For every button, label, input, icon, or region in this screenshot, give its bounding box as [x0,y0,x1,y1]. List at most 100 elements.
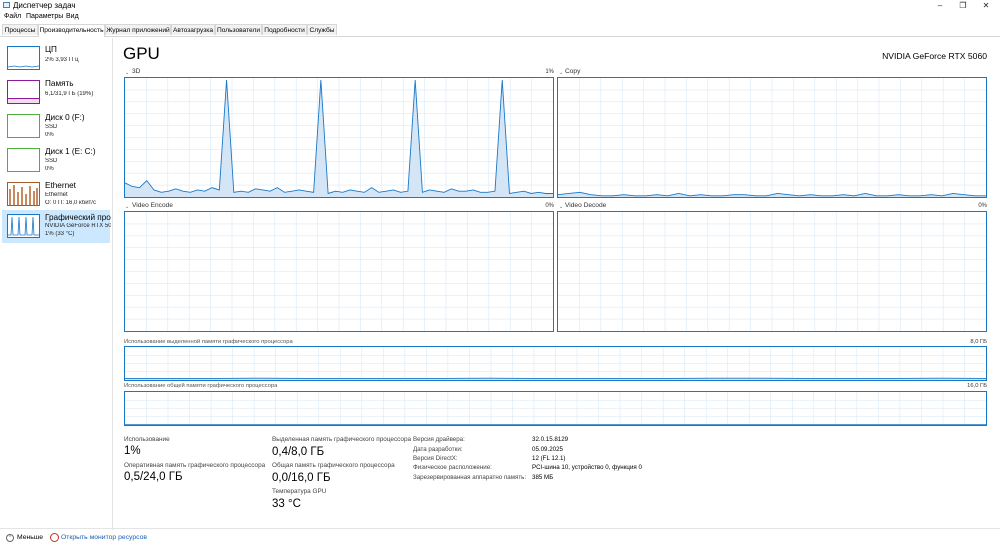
sidebar-item-label: Графический процессор 0 [45,213,111,222]
sidebar-item-disk1[interactable]: Диск 1 (E: C:) SSD 0% [2,144,110,177]
minimize-button[interactable]: – [932,0,948,11]
chart-shared-memory-svg [125,392,986,425]
sidebar-item-detail: 2% 3,93 ГГц [45,57,111,63]
gpu-temperature-value: 33 °C [272,498,301,510]
sidebar-item-detail: SSD [45,158,111,164]
dedicated-memory-label: Выделенная память графического процессор… [272,436,411,443]
graph-label-copy[interactable]: Copy [565,68,580,75]
chart-3d-grid [125,78,553,197]
graph-dedicated-memory [124,346,987,381]
sidebar-item-label: Ethernet [45,181,111,190]
close-button[interactable]: ✕ [978,0,994,11]
sidebar-item-detail: NVIDIA GeForce RTX 5060 [45,223,111,229]
memory-thumbnail [7,80,40,104]
sidebar-item-ethernet[interactable]: Ethernet Ethernet О: 0 П: 16,0 кбит/с [2,178,110,211]
gpu-temperature-label: Температура GPU [272,488,326,495]
physical-location-value: PCI-шина 10, устройство 0, функция 0 [532,464,642,471]
sidebar-item-detail: SSD [45,124,111,130]
shared-memory-label: Общая память графического процессора [272,462,395,469]
graph-max-shared-memory: 16,0 ГБ [940,383,987,389]
sidebar-item-usage: 0% [45,132,111,138]
directx-version-key: Версия DirectX: [413,455,458,462]
tab-users[interactable]: Пользователи [215,24,262,35]
tab-performance[interactable]: Производительность [38,24,105,37]
graph-max-dedicated-memory: 8,0 ГБ [940,339,987,345]
sidebar-item-memory[interactable]: Память 6,1/31,9 ГБ (19%) [2,76,110,109]
driver-date-key: Дата разработки: [413,446,463,453]
chart-video-encode-grid [125,212,553,331]
menu-options[interactable]: Параметры [26,13,63,20]
sidebar-item-label: Диск 0 (F:) [45,113,111,122]
graph-pct-video-decode: 0% [953,203,987,209]
graph-label-3d[interactable]: 3D [132,68,140,75]
fewer-details-button[interactable]: Меньше [17,534,43,541]
reserved-memory-key: Зарезервированная аппаратно память: [413,474,526,481]
resource-sidebar: ЦП 2% 3,93 ГГц Память 6,1/31,9 ГБ (19%) … [0,38,113,530]
footer-bar: ⌃ Меньше Открыть монитор ресурсов [0,528,1000,548]
chevron-down-icon[interactable]: ⌄ [559,70,563,76]
graph-label-video-encode[interactable]: Video Encode [132,202,173,209]
chevron-down-icon[interactable]: ⌄ [125,204,129,210]
sidebar-item-label: Память [45,79,111,88]
driver-version-value: 32.0.15.8129 [532,436,568,443]
shared-memory-value: 0,0/16,0 ГБ [272,472,331,484]
menu-file[interactable]: Файл [4,13,21,20]
sidebar-item-label: Диск 1 (E: C:) [45,147,111,156]
ethernet-thumbnail [7,182,40,206]
sidebar-item-cpu[interactable]: ЦП 2% 3,93 ГГц [2,42,110,75]
resource-monitor-icon[interactable] [50,533,59,542]
graph-label-dedicated-memory: Использование выделенной памяти графичес… [124,339,293,345]
tab-app-history[interactable]: Журнал приложений [105,24,171,35]
sidebar-item-throughput: О: 0 П: 16,0 кбит/с [45,200,111,206]
chart-dedicated-memory-grid [125,347,986,380]
tab-services[interactable]: Службы [307,24,337,35]
menu-view[interactable]: Вид [66,13,79,20]
graph-label-video-decode[interactable]: Video Decode [565,202,606,209]
disk0-thumbnail [7,114,40,138]
graph-label-shared-memory: Использование общей памяти графического … [124,383,277,389]
sidebar-item-gpu[interactable]: Графический процессор 0 NVIDIA GeForce R… [2,210,110,243]
chevron-down-icon[interactable]: ⌄ [125,70,129,76]
sidebar-item-detail: Ethernet [45,192,111,198]
sidebar-item-usage: 1% (33 °C) [45,231,111,237]
driver-date-value: 05.09.2025 [532,446,563,453]
sidebar-item-usage: 0% [45,166,111,172]
reserved-memory-value: 385 МБ [532,474,553,481]
directx-version-value: 12 (FL 12.1) [532,455,565,462]
chart-shared-memory-grid [125,392,986,425]
tab-strip: Процессы Производительность Журнал прило… [0,24,1000,37]
chart-video-encode-svg [125,212,553,331]
gpu-model-name: NVIDIA GeForce RTX 5060 [882,51,987,61]
chart-video-decode-grid [558,212,986,331]
graph-pct-video-encode: 0% [520,203,554,209]
task-manager-icon [3,2,10,8]
title-bar: Диспетчер задач – ❐ ✕ [0,0,1000,11]
graph-pct-3d: 1% [520,69,554,75]
graph-video-decode [557,211,987,332]
chart-copy-svg [558,78,986,197]
graph-3d [124,77,554,198]
usage-value: 1% [124,445,141,457]
maximize-button[interactable]: ❐ [955,0,971,11]
gpu-ram-value: 0,5/24,0 ГБ [124,471,183,483]
tab-details[interactable]: Подробности [262,24,307,35]
chart-copy-grid [558,78,986,197]
chevron-up-icon[interactable]: ⌃ [6,534,14,542]
gpu-thumbnail [7,214,40,238]
chart-3d-svg [125,78,553,197]
disk1-thumbnail [7,148,40,172]
window-title: Диспетчер задач [13,1,76,10]
driver-version-key: Версия драйвера: [413,436,465,443]
sidebar-item-disk0[interactable]: Диск 0 (F:) SSD 0% [2,110,110,143]
resource-monitor-link[interactable]: Открыть монитор ресурсов [61,534,147,541]
graph-video-encode [124,211,554,332]
gpu-ram-label: Оперативная память графического процессо… [124,462,265,469]
chart-video-decode-svg [558,212,986,331]
usage-label: Использование [124,436,170,443]
dedicated-memory-value: 0,4/8,0 ГБ [272,446,324,458]
sidebar-item-label: ЦП [45,45,111,54]
tab-startup[interactable]: Автозагрузка [171,24,215,35]
tab-processes[interactable]: Процессы [2,24,38,35]
chevron-down-icon[interactable]: ⌄ [559,204,563,210]
page-title: GPU [123,44,160,64]
